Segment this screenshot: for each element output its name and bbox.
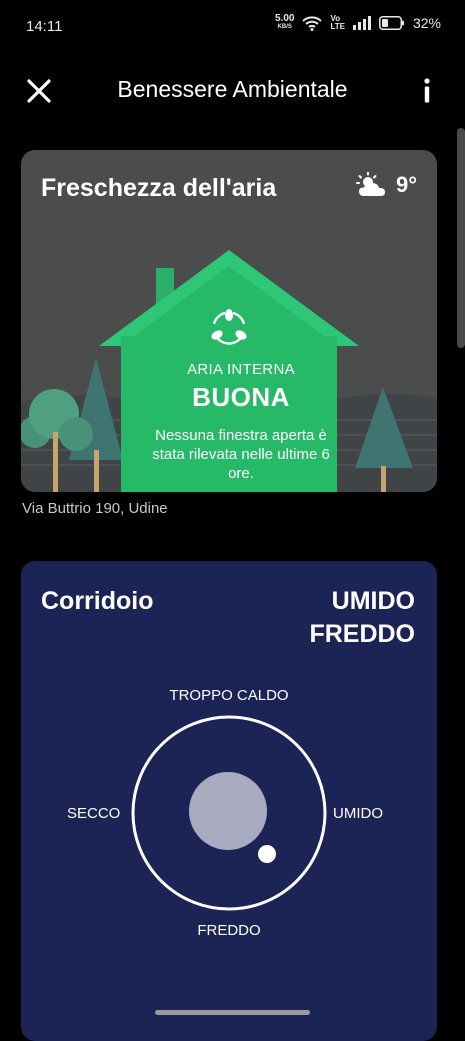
battery-icon — [378, 16, 404, 30]
axis-label-right: UMIDO — [333, 805, 383, 822]
app-header: Benessere Ambientale — [0, 60, 465, 120]
air-label: ARIA INTERNA — [187, 361, 295, 378]
air-description: Nessuna finestra aperta è stata rilevata… — [152, 427, 330, 482]
home-indicator[interactable] — [155, 1010, 310, 1015]
axis-label-left: SECCO — [67, 805, 121, 822]
weather-info: 9° — [355, 172, 417, 198]
info-icon[interactable] — [419, 76, 435, 106]
net-speed-unit: KB/S — [277, 24, 292, 30]
air-card-title: Freschezza dell'aria — [41, 174, 277, 202]
battery-percentage: 32% — [412, 15, 441, 31]
volte-indicator: Vo LTE — [330, 15, 345, 31]
status-time: 14:11 — [26, 18, 63, 35]
volte-bottom: LTE — [330, 22, 345, 31]
scrollbar[interactable] — [457, 128, 465, 348]
air-status: BUONA — [192, 382, 290, 412]
air-freshness-card[interactable]: Freschezza dell'aria 9° ARIA INTERNA BUO… — [21, 150, 437, 492]
comfort-zone-blob — [189, 772, 267, 850]
temperature: 9° — [395, 172, 417, 197]
room-comfort-card[interactable]: Corridoio UMIDO FREDDO TROPPO CALDO FRED… — [21, 561, 437, 1041]
wifi-icon — [302, 16, 323, 31]
comfort-dial — [131, 715, 327, 911]
current-reading-dot — [258, 845, 276, 863]
location-address: Via Buttrio 190, Udine — [22, 500, 168, 517]
network-speed: 5.00 KB/S — [275, 14, 294, 32]
status-icons: 5.00 KB/S Vo LTE 32% — [275, 14, 441, 32]
signal-icon — [352, 16, 371, 30]
status-bar: 14:11 5.00 KB/S Vo LTE 32% — [0, 0, 465, 48]
partly-cloudy-icon — [355, 172, 385, 196]
page-title: Benessere Ambientale — [117, 76, 348, 102]
axis-label-top: TROPPO CALDO — [169, 687, 289, 704]
axis-label-bottom: FREDDO — [197, 922, 261, 939]
net-speed-value: 5.00 — [274, 13, 295, 24]
